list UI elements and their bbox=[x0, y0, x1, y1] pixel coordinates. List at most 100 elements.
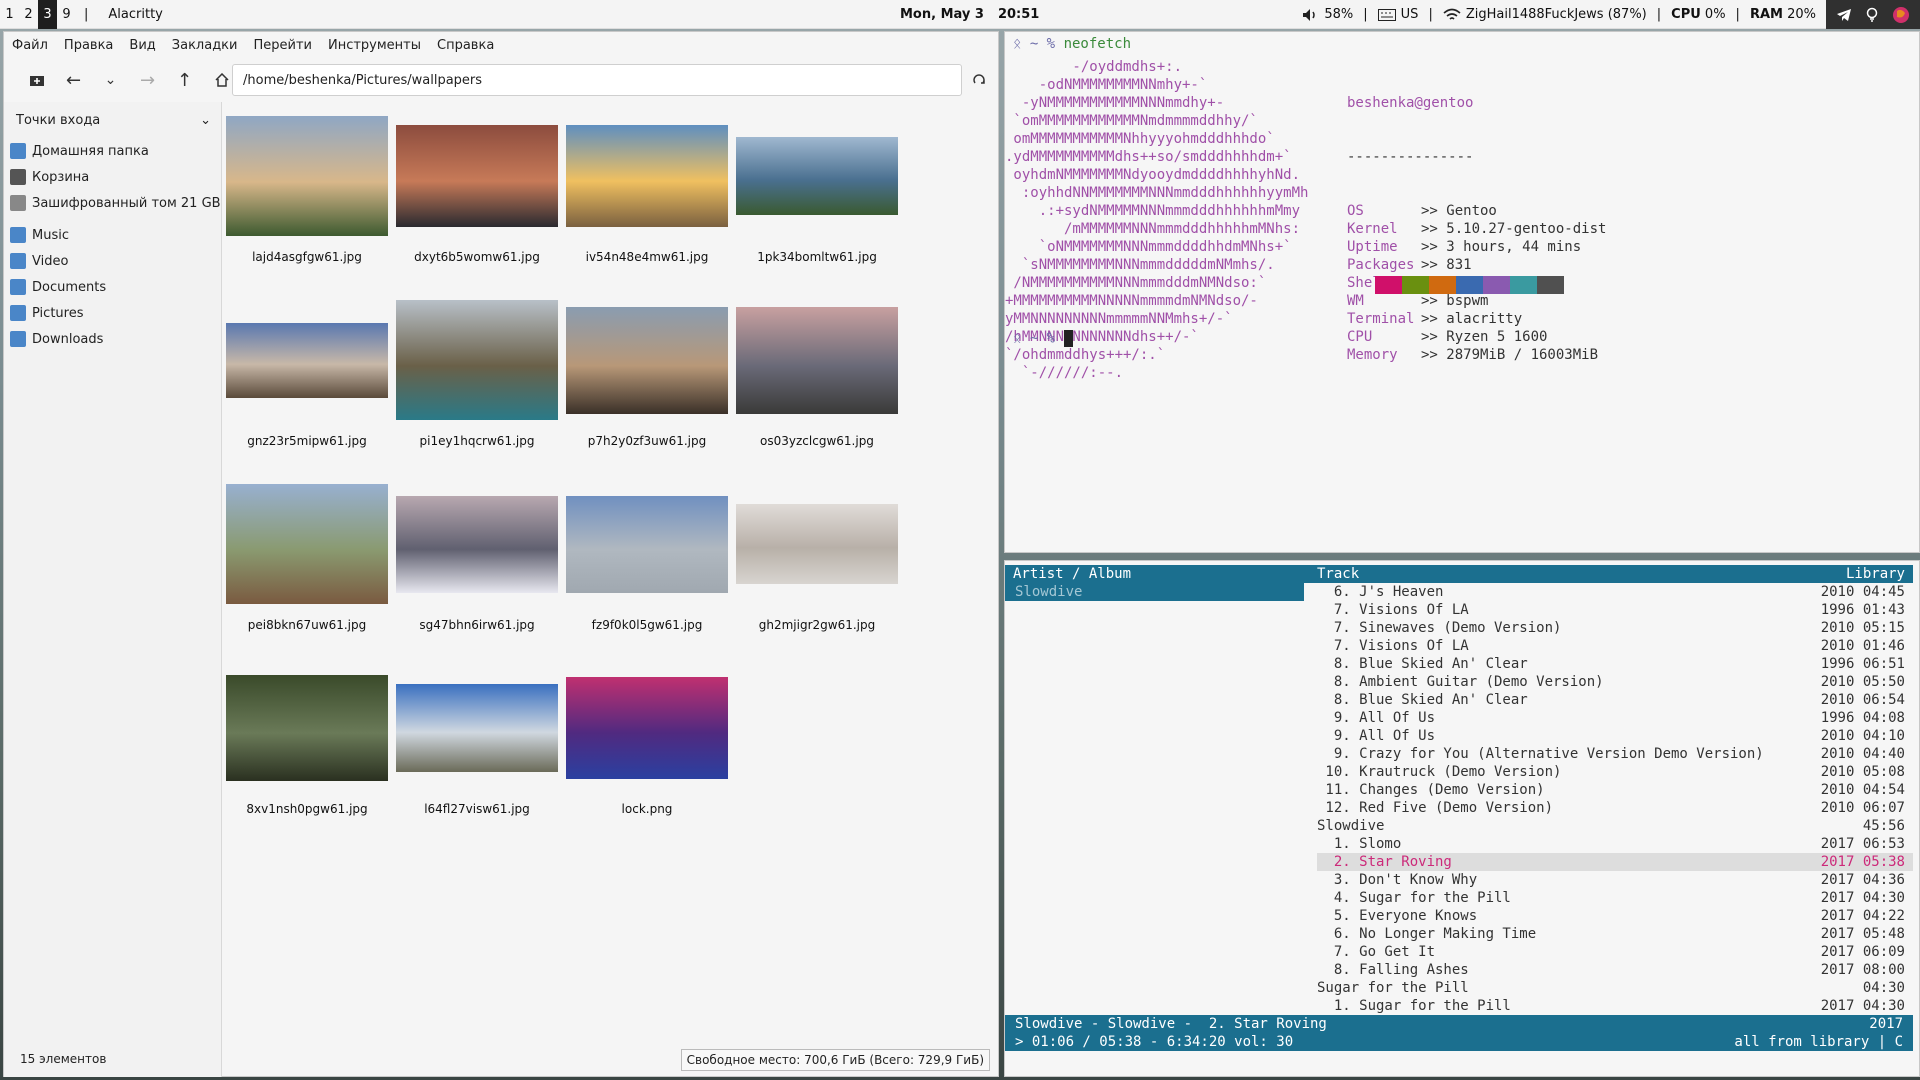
wifi-widget[interactable]: ZigHail1488FuckJews (87%) bbox=[1443, 7, 1647, 22]
workspace-1[interactable]: 1 bbox=[0, 0, 19, 29]
track-row[interactable]: 7. Sinewaves (Demo Version) 2010 05:15 bbox=[1317, 619, 1913, 637]
volume-widget[interactable]: 58% bbox=[1302, 7, 1353, 22]
artist-item-selected[interactable]: Slowdive bbox=[1005, 583, 1304, 601]
file-item[interactable]: os03yzclcgw61.jpg bbox=[736, 294, 901, 474]
refresh-button[interactable] bbox=[972, 70, 986, 91]
file-item[interactable]: gh2mjigr2gw61.jpg bbox=[736, 478, 901, 658]
file-item[interactable]: lock.png bbox=[566, 662, 731, 842]
workspace-2[interactable]: 2 bbox=[19, 0, 38, 29]
menu-item[interactable]: Перейти bbox=[253, 38, 312, 53]
track-meta: 2017 04:22 bbox=[1820, 908, 1905, 924]
image-thumbnail bbox=[736, 504, 898, 584]
track-row[interactable]: 8. Falling Ashes 2017 08:00 bbox=[1317, 961, 1913, 979]
track-row[interactable]: 9. Crazy for You (Alternative Version De… bbox=[1317, 745, 1913, 763]
track-row[interactable]: 1. Slomo 2017 06:53 bbox=[1317, 835, 1913, 853]
sidebar-item[interactable]: Корзина bbox=[4, 164, 221, 190]
file-name: lajd4asgfgw61.jpg bbox=[252, 250, 362, 264]
info-value: >> 2879MiB / 16003MiB bbox=[1421, 347, 1599, 363]
file-item[interactable]: fz9f0k0l5gw61.jpg bbox=[566, 478, 731, 658]
file-item[interactable]: 8xv1nsh0pgw61.jpg bbox=[226, 662, 391, 842]
menu-item[interactable]: Вид bbox=[129, 38, 155, 53]
track-row[interactable]: 9. All Of Us 1996 04:08 bbox=[1317, 709, 1913, 727]
forward-button[interactable]: → bbox=[129, 64, 166, 96]
ascii-line: `/ohdmmddhys+++/:.` bbox=[1005, 347, 1166, 363]
menu-item[interactable]: Справка bbox=[437, 38, 494, 53]
speaker-icon bbox=[1303, 8, 1316, 21]
telegram-icon[interactable] bbox=[1836, 8, 1852, 22]
track-row[interactable]: 10. Krautruck (Demo Version) 2010 05:08 bbox=[1317, 763, 1913, 781]
track-row[interactable]: 1. Sugar for the Pill 2017 04:30 bbox=[1317, 997, 1913, 1015]
info-value: >> alacritty bbox=[1421, 311, 1523, 327]
track-row[interactable]: 8. Ambient Guitar (Demo Version) 2010 05:… bbox=[1317, 673, 1913, 691]
file-item[interactable]: pi1ey1hqcrw61.jpg bbox=[396, 294, 561, 474]
track-meta: 2017 06:53 bbox=[1820, 836, 1905, 852]
workspace-3[interactable]: 3 bbox=[38, 0, 57, 29]
lightbulb-icon[interactable] bbox=[1866, 7, 1878, 23]
sidebar-item[interactable]: Music bbox=[4, 222, 221, 248]
file-item[interactable]: 1pk34bomltw61.jpg bbox=[736, 110, 901, 290]
info-key: Uptime bbox=[1347, 239, 1398, 255]
back-button[interactable]: ← bbox=[55, 64, 92, 96]
track-row[interactable]: 12. Red Five (Demo Version) 2010 06:07 bbox=[1317, 799, 1913, 817]
track-row[interactable]: 8. Blue Skied An' Clear 1996 06:51 bbox=[1317, 655, 1913, 673]
file-item[interactable]: lajd4asgfgw61.jpg bbox=[226, 110, 391, 290]
file-item[interactable]: p7h2y0zf3uw61.jpg bbox=[566, 294, 731, 474]
track-row[interactable]: 7. Go Get It 2017 06:09 bbox=[1317, 943, 1913, 961]
track-row[interactable]: 5. Everyone Knows 2017 04:22 bbox=[1317, 907, 1913, 925]
cmus-player-window[interactable]: Artist / Album Track Library Slowdive 6.… bbox=[1004, 560, 1920, 1077]
file-item[interactable]: pei8bkn67uw61.jpg bbox=[226, 478, 391, 658]
prompt: ᛟ ~ % bbox=[1013, 36, 1056, 52]
new-tab-button[interactable] bbox=[18, 64, 55, 96]
path-input[interactable]: /home/beshenka/Pictures/wallpapers bbox=[232, 64, 962, 96]
image-thumbnail bbox=[736, 306, 898, 414]
sidebar-item[interactable]: Video bbox=[4, 248, 221, 274]
info-key: Terminal bbox=[1347, 311, 1415, 327]
track-row[interactable]: 8. Blue Skied An' Clear 2010 06:54 bbox=[1317, 691, 1913, 709]
track-title: 9. Crazy for You (Alternative Version De… bbox=[1317, 746, 1764, 762]
sidebar-item[interactable]: Pictures bbox=[4, 300, 221, 326]
workspace-9[interactable]: 9 bbox=[57, 0, 76, 29]
track-row[interactable]: 7. Visions Of LA 2010 01:46 bbox=[1317, 637, 1913, 655]
terminal-window[interactable]: ᛟ ~ % neofetch -/oyddmdhs+:. -odNMMMMMMM… bbox=[1004, 31, 1920, 553]
sidebar-item[interactable]: Documents bbox=[4, 274, 221, 300]
track-row[interactable]: 9. All Of Us 2010 04:10 bbox=[1317, 727, 1913, 745]
track-row-selected[interactable]: 2. Star Roving 2017 05:38 bbox=[1317, 853, 1913, 871]
menu-item[interactable]: Правка bbox=[64, 38, 113, 53]
track-row[interactable]: 3. Don't Know Why 2017 04:36 bbox=[1317, 871, 1913, 889]
track-title: 8. Blue Skied An' Clear bbox=[1317, 692, 1528, 708]
track-row[interactable]: 11. Changes (Demo Version) 2010 04:54 bbox=[1317, 781, 1913, 799]
file-item[interactable]: dxyt6b5womw61.jpg bbox=[396, 110, 561, 290]
sidebar-item-label: Downloads bbox=[32, 331, 104, 347]
track-row[interactable]: Sugar for the Pill 04:30 bbox=[1317, 979, 1913, 997]
file-item[interactable]: iv54n48e4mw61.jpg bbox=[566, 110, 731, 290]
history-dropdown-button[interactable]: ⌄ bbox=[92, 64, 129, 96]
volume-value: 58% bbox=[1324, 7, 1354, 22]
menu-item[interactable]: Закладки bbox=[172, 38, 238, 53]
prompt-line: ᛟ ~ % bbox=[1013, 330, 1073, 347]
track-row[interactable]: 6. J's Heaven 2010 04:45 bbox=[1317, 583, 1913, 601]
track-row[interactable]: Slowdive 45:56 bbox=[1317, 817, 1913, 835]
new-tab-icon bbox=[29, 76, 44, 86]
track-row[interactable]: 6. No Longer Making Time 2017 05:48 bbox=[1317, 925, 1913, 943]
cpu-widget: CPU 0% bbox=[1671, 7, 1725, 22]
track-meta: 2010 05:50 bbox=[1820, 674, 1905, 690]
track-row[interactable]: 7. Visions Of LA 1996 01:43 bbox=[1317, 601, 1913, 619]
track-title: 9. All Of Us bbox=[1317, 728, 1436, 744]
track-row[interactable]: 4. Sugar for the Pill 2017 04:30 bbox=[1317, 889, 1913, 907]
menu-item[interactable]: Инструменты bbox=[328, 38, 421, 53]
sidebar-item[interactable]: Downloads bbox=[4, 326, 221, 352]
file-item[interactable]: sg47bhn6irw61.jpg bbox=[396, 478, 561, 658]
file-item[interactable]: gnz23r5mipw61.jpg bbox=[226, 294, 391, 474]
places-header[interactable]: Точки входа ⌄ bbox=[4, 102, 221, 138]
image-thumbnail bbox=[566, 306, 728, 414]
firefox-icon[interactable] bbox=[1892, 6, 1910, 24]
sidebar-item[interactable]: Домашняя папка bbox=[4, 138, 221, 164]
file-item[interactable]: l64fl27visw61.jpg bbox=[396, 662, 561, 842]
file-name: pi1ey1hqcrw61.jpg bbox=[419, 434, 535, 448]
track-meta: 2010 04:40 bbox=[1820, 746, 1905, 762]
sidebar-item[interactable]: Зашифрованный том 21 GB bbox=[4, 190, 221, 216]
refresh-icon bbox=[973, 74, 985, 84]
up-button[interactable]: ↑ bbox=[166, 64, 203, 96]
keyboard-widget[interactable]: US bbox=[1377, 7, 1418, 22]
menu-item[interactable]: Файл bbox=[12, 38, 48, 53]
